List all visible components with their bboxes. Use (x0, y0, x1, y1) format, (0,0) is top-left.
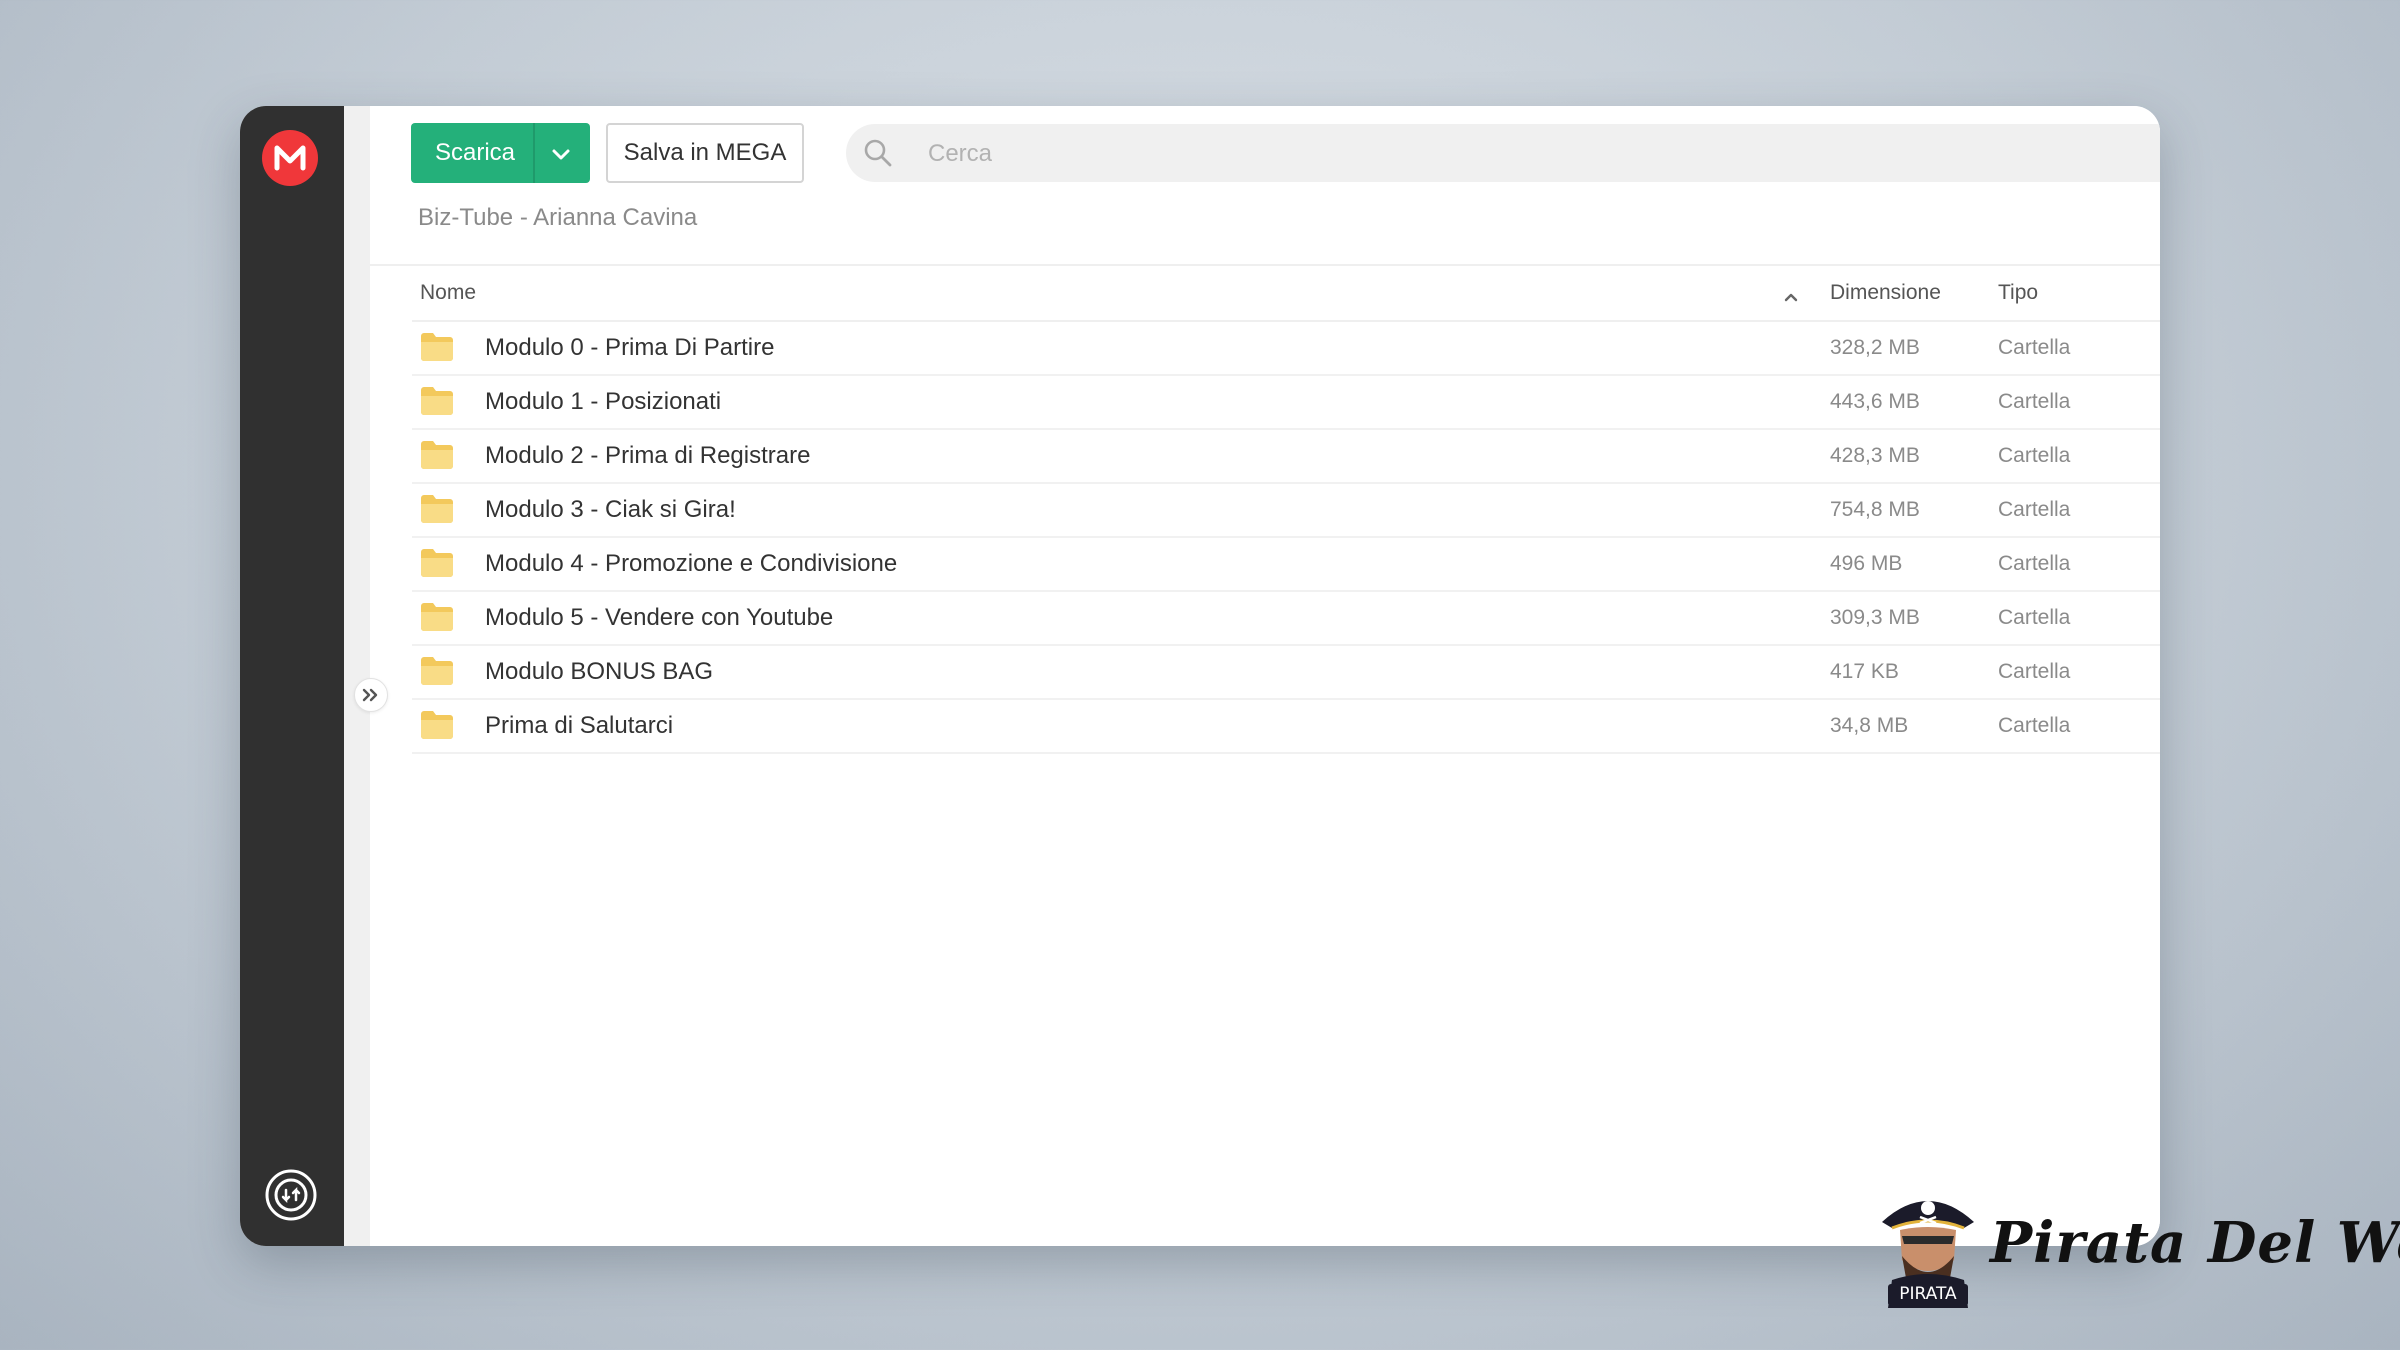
chevron-down-icon[interactable] (547, 140, 575, 168)
download-button[interactable]: Scarica (411, 123, 590, 183)
mega-logo-icon[interactable] (262, 130, 318, 186)
column-header-name[interactable]: Nome (420, 281, 476, 305)
search-bar[interactable] (846, 124, 2160, 182)
table-row[interactable]: Modulo 5 - Vendere con Youtube 309,3 MB Ca… (412, 592, 2160, 646)
table-row[interactable]: Modulo 0 - Prima Di Partire 328,2 MB Carte… (412, 322, 2160, 376)
file-type: Cartella (1998, 444, 2071, 467)
sidebar-gap (344, 106, 370, 1246)
file-type: Cartella (1998, 390, 2071, 413)
file-type: Cartella (1998, 606, 2071, 629)
sort-ascending-icon[interactable] (1781, 286, 1801, 302)
file-size: 428,3 MB (1830, 444, 1920, 467)
column-header-type[interactable]: Tipo (1998, 281, 2038, 305)
file-size: 754,8 MB (1830, 498, 1920, 521)
file-type: Cartella (1998, 552, 2071, 575)
save-to-mega-button[interactable]: Salva in MEGA (606, 123, 804, 183)
download-button-divider (533, 123, 535, 183)
file-name: Modulo 2 - Prima di Registrare (485, 442, 811, 469)
column-header-size[interactable]: Dimensione (1830, 281, 1941, 305)
file-name: Modulo BONUS BAG (485, 658, 714, 685)
file-type: Cartella (1998, 660, 2071, 683)
expand-sidebar-icon[interactable] (354, 678, 388, 712)
file-table: Nome Dimensione Tipo Modulo 0 - Prima Di… (412, 266, 2160, 754)
watermark: PIRATA Pirata Del Web (1876, 1184, 2400, 1308)
folder-icon (420, 386, 454, 416)
folder-icon (420, 656, 454, 686)
folder-icon (420, 602, 454, 632)
file-name: Modulo 4 - Promozione e Condivisione (485, 550, 898, 577)
file-size: 443,6 MB (1830, 390, 1920, 413)
table-row[interactable]: Modulo 1 - Posizionati 443,6 MB Cartella (412, 376, 2160, 430)
watermark-text: Pirata Del Web (1990, 1210, 2400, 1276)
table-row[interactable]: Modulo 4 - Promozione e Condivisione 496 … (412, 538, 2160, 592)
file-size: 328,2 MB (1830, 336, 1920, 359)
folder-icon (420, 710, 454, 740)
file-name: Prima di Salutarci (485, 712, 674, 739)
file-name: Modulo 3 - Ciak si Gira! (485, 496, 736, 523)
sidebar (240, 106, 344, 1246)
file-type: Cartella (1998, 714, 2071, 737)
table-body: Modulo 0 - Prima Di Partire 328,2 MB Carte… (412, 322, 2160, 754)
folder-icon (420, 332, 454, 362)
table-row[interactable]: Prima di Salutarci 34,8 MB Cartella (412, 700, 2160, 754)
table-row[interactable]: Modulo BONUS BAG 417 KB Cartella (412, 646, 2160, 700)
file-name: Modulo 1 - Posizionati (485, 388, 722, 415)
search-input[interactable] (926, 132, 1530, 176)
file-size: 34,8 MB (1830, 714, 1909, 737)
folder-icon (420, 494, 454, 524)
folder-icon (420, 548, 454, 578)
file-size: 417 KB (1830, 660, 1899, 683)
pirate-badge-text: PIRATA (1899, 1284, 1957, 1304)
sync-icon[interactable] (264, 1168, 318, 1222)
breadcrumb[interactable]: Biz-Tube - Arianna Cavina (418, 204, 697, 232)
file-name: Modulo 5 - Vendere con Youtube (485, 604, 834, 631)
file-type: Cartella (1998, 336, 2071, 359)
folder-icon (420, 440, 454, 470)
download-button-label: Scarica (435, 139, 516, 166)
main-panel: Scarica Salva in MEGA Biz-Tube - Arianna… (370, 106, 2160, 1246)
app-window: Scarica Salva in MEGA Biz-Tube - Arianna… (240, 106, 2160, 1246)
pirate-logo-icon: PIRATA (1876, 1184, 1980, 1308)
table-row[interactable]: Modulo 3 - Ciak si Gira! 754,8 MB Cartella (412, 484, 2160, 538)
file-size: 309,3 MB (1830, 606, 1920, 629)
file-type: Cartella (1998, 498, 2071, 521)
table-header: Nome Dimensione Tipo (412, 266, 2160, 322)
file-size: 496 MB (1830, 552, 1903, 575)
search-icon (862, 137, 894, 169)
table-row[interactable]: Modulo 2 - Prima di Registrare 428,3 MB Ca… (412, 430, 2160, 484)
file-name: Modulo 0 - Prima Di Partire (485, 334, 775, 361)
